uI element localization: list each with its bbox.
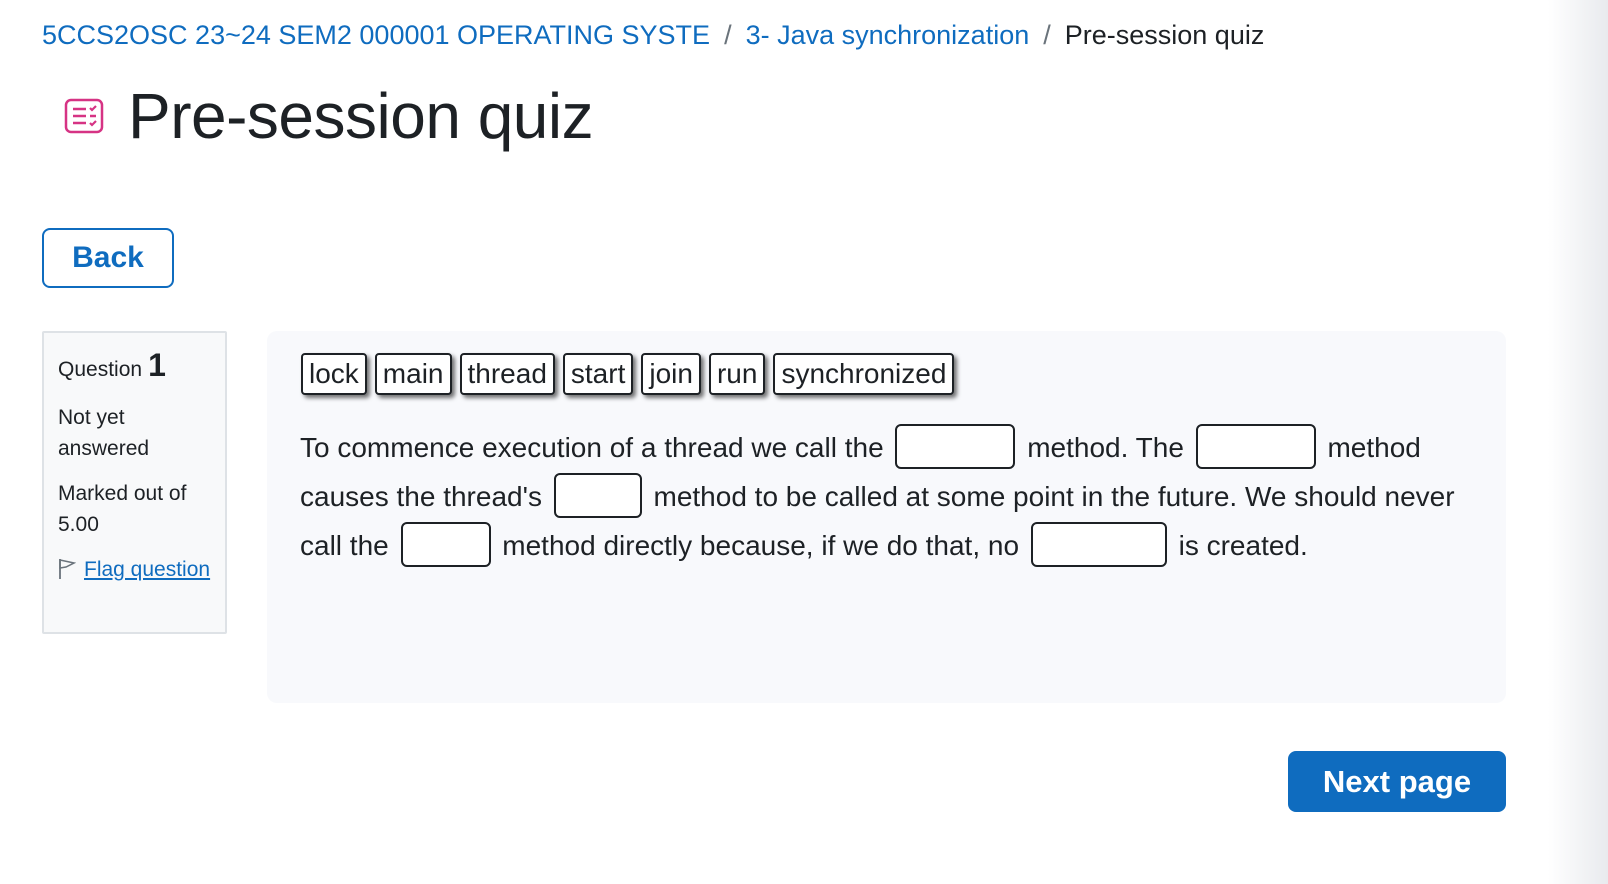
drop-zone-4[interactable] (400, 522, 491, 568)
question-grade: Marked out of 5.00 (58, 482, 187, 536)
drag-item-start[interactable]: start (562, 353, 634, 395)
question-number-value: 1 (148, 347, 166, 383)
drag-items-group: lock main thread start join run synchron… (301, 353, 955, 395)
drop-zone-3[interactable] (553, 473, 642, 519)
question-text-part: is created. (1178, 530, 1308, 562)
quiz-page: 5CCS2OSC 23~24 SEM2 000001 OPERATING SYS… (0, 0, 1608, 884)
flag-icon[interactable] (58, 558, 76, 580)
breadcrumb-separator: / (724, 20, 732, 50)
quiz-icon (64, 98, 104, 134)
drag-item-run[interactable]: run (708, 353, 766, 395)
question-text: To commence execution of a thread we cal… (300, 423, 1480, 570)
drag-item-join[interactable]: join (641, 353, 701, 395)
drop-zone-1[interactable] (895, 424, 1016, 470)
breadcrumb-separator: / (1043, 20, 1051, 50)
drop-zone-5[interactable] (1030, 522, 1167, 568)
question-state: Not yet answered (58, 406, 150, 460)
drop-zone-2[interactable] (1195, 424, 1316, 470)
drag-item-synchronized[interactable]: synchronized (773, 353, 955, 395)
breadcrumb-course-link[interactable]: 5CCS2OSC 23~24 SEM2 000001 OPERATING SYS… (42, 20, 710, 51)
question-text-part: To commence execution of a thread we cal… (300, 432, 884, 463)
breadcrumb-section-link[interactable]: 3- Java synchronization (746, 20, 1030, 51)
page-title: Pre-session quiz (128, 80, 594, 152)
scroll-edge-shadow (1548, 0, 1608, 884)
next-page-button[interactable]: Next page (1288, 751, 1506, 812)
question-number: Question 1 (58, 347, 211, 384)
flag-question: Flag question (58, 554, 211, 585)
drag-item-lock[interactable]: lock (301, 353, 367, 395)
question-label: Question (58, 358, 143, 381)
flag-question-link[interactable]: Flag question (84, 558, 210, 581)
drag-item-thread[interactable]: thread (459, 353, 555, 395)
question-info-panel: Question 1 Not yet answered Marked out o… (42, 331, 227, 634)
breadcrumb: 5CCS2OSC 23~24 SEM2 000001 OPERATING SYS… (42, 20, 1264, 51)
question-content: lock main thread start join run synchron… (267, 331, 1506, 703)
breadcrumb-current: Pre-session quiz (1064, 20, 1265, 50)
drag-item-main[interactable]: main (374, 353, 452, 395)
page-header: Pre-session quiz (64, 78, 594, 154)
back-button[interactable]: Back (42, 228, 174, 288)
question-text-part: method directly because, if we do that, … (502, 530, 1020, 562)
question-text-part: method. The (1027, 432, 1184, 463)
